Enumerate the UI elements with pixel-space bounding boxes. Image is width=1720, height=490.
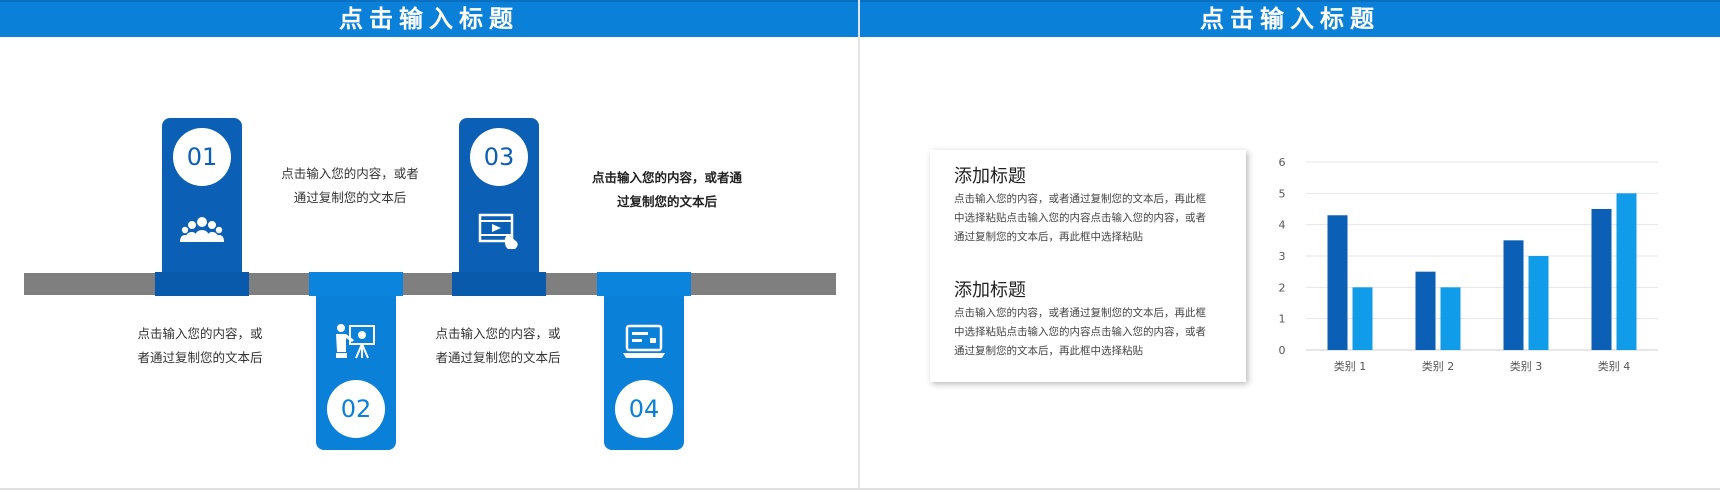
presenter-icon — [336, 324, 375, 359]
step-02-cap — [309, 272, 403, 296]
laptop-icon — [623, 324, 665, 358]
step-01-text: 点击输入您的内容，或者 通过复制您的文本后 — [270, 162, 430, 210]
step-03-text-line2: 者通过复制您的文本后 — [435, 350, 561, 365]
x-tick-label: 类别 2 — [1422, 359, 1455, 373]
x-tick-label: 类别 1 — [1334, 359, 1367, 373]
bar — [1591, 209, 1612, 350]
step-03-number: 03 — [470, 128, 528, 186]
step-02-text-line2: 者通过复制您的文本后 — [137, 350, 263, 365]
y-tick-label: 5 — [1279, 187, 1286, 200]
step-02-number: 02 — [327, 380, 385, 438]
step-01-text-line1: 点击输入您的内容，或者 — [281, 166, 419, 181]
bar — [1528, 256, 1549, 350]
y-tick-label: 1 — [1279, 313, 1286, 326]
video-icon — [478, 213, 518, 249]
bar-chart: 0 1 2 3 4 5 6 类别 1 类别 2 类别 3 类别 4 — [1279, 156, 1658, 373]
bar — [1503, 240, 1524, 350]
slide-title: 点击输入标题 — [0, 0, 858, 37]
step-04-number: 04 — [615, 380, 673, 438]
step-01-number: 01 — [173, 128, 231, 186]
bar — [1415, 271, 1436, 350]
step-03-text-line1: 点击输入您的内容，或 — [435, 326, 561, 341]
timeline-bar — [24, 273, 836, 295]
step-04-text-line1: 点击输入您的内容，或者通 — [591, 170, 742, 185]
bar — [1616, 193, 1637, 350]
y-tick-label: 0 — [1279, 344, 1286, 357]
step-04-cap — [597, 272, 691, 296]
step-03-text: 点击输入您的内容，或 者通过复制您的文本后 — [418, 322, 578, 370]
slide-chart: 点击输入标题 添加标题 点击输入您的内容，或者通过复制您的文本后，再此框 中选择… — [860, 0, 1720, 490]
bar — [1352, 287, 1373, 350]
step-04-text: 点击输入您的内容，或者通 过复制您的文本后 — [582, 166, 752, 214]
team-icon — [180, 217, 224, 242]
y-tick-label: 4 — [1279, 219, 1286, 232]
y-tick-label: 6 — [1279, 156, 1286, 169]
y-tick-label: 3 — [1279, 250, 1286, 263]
step-02-text: 点击输入您的内容，或 者通过复制您的文本后 — [120, 322, 280, 370]
step-02-text-line1: 点击输入您的内容，或 — [137, 326, 263, 341]
step-04-text-line2: 过复制您的文本后 — [616, 194, 717, 209]
bar — [1440, 287, 1461, 350]
x-tick-label: 类别 3 — [1510, 359, 1543, 373]
step-03-cap — [452, 272, 546, 296]
x-tick-label: 类别 4 — [1598, 359, 1631, 373]
bar — [1327, 215, 1348, 350]
step-01-text-line2: 通过复制您的文本后 — [293, 190, 407, 205]
y-tick-label: 2 — [1279, 281, 1286, 294]
step-01-cap — [155, 272, 249, 296]
slide-timeline: 点击输入标题 01 点击输入您的内容，或者 通过复制您的文本后 02 点击输入您… — [0, 0, 858, 490]
